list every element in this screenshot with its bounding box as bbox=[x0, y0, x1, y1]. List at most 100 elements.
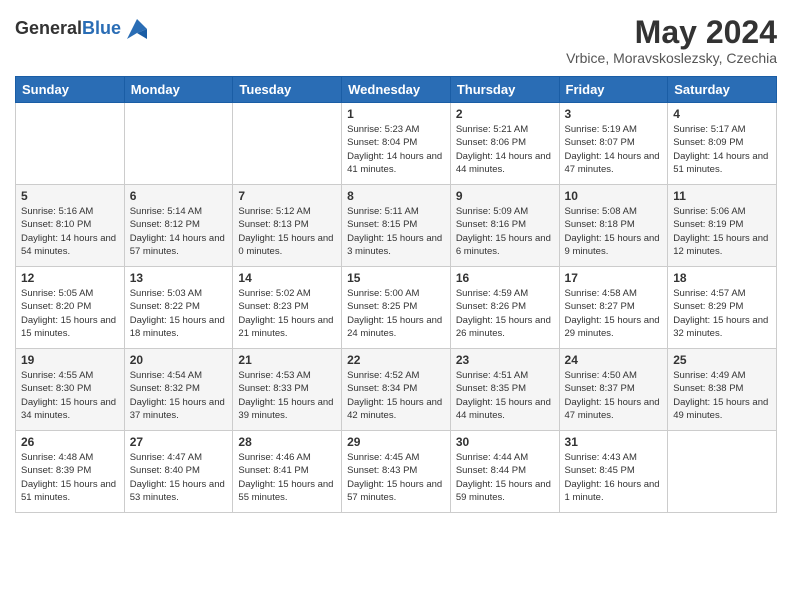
table-row: 27Sunrise: 4:47 AM Sunset: 8:40 PM Dayli… bbox=[124, 431, 233, 513]
day-info: Sunrise: 4:59 AM Sunset: 8:26 PM Dayligh… bbox=[456, 287, 554, 340]
table-row: 8Sunrise: 5:11 AM Sunset: 8:15 PM Daylig… bbox=[342, 185, 451, 267]
day-info: Sunrise: 4:54 AM Sunset: 8:32 PM Dayligh… bbox=[130, 369, 228, 422]
day-info: Sunrise: 5:03 AM Sunset: 8:22 PM Dayligh… bbox=[130, 287, 228, 340]
page: GeneralBlue May 2024 Vrbice, Moravskosle… bbox=[0, 0, 792, 612]
calendar-week-row: 19Sunrise: 4:55 AM Sunset: 8:30 PM Dayli… bbox=[16, 349, 777, 431]
day-number: 2 bbox=[456, 107, 554, 121]
day-info: Sunrise: 4:52 AM Sunset: 8:34 PM Dayligh… bbox=[347, 369, 445, 422]
table-row: 4 Sunrise: 5:17 AM Sunset: 8:09 PM Daylig… bbox=[668, 103, 777, 185]
table-row: 16 Sunrise: 4:59 AM Sunset: 8:26 PM Dayli… bbox=[450, 267, 559, 349]
day-info: Sunrise: 4:43 AM Sunset: 8:45 PM Dayligh… bbox=[565, 451, 663, 504]
day-info: Sunrise: 4:49 AM Sunset: 8:38 PM Dayligh… bbox=[673, 369, 771, 422]
table-row bbox=[16, 103, 125, 185]
table-row: 29Sunrise: 4:45 AM Sunset: 8:43 PM Dayli… bbox=[342, 431, 451, 513]
day-number: 8 bbox=[347, 189, 445, 203]
table-row bbox=[124, 103, 233, 185]
logo-blue-text: Blue bbox=[82, 18, 121, 38]
day-info: Sunrise: 4:44 AM Sunset: 8:44 PM Dayligh… bbox=[456, 451, 554, 504]
day-number: 9 bbox=[456, 189, 554, 203]
table-row: 31 Sunrise: 4:43 AM Sunset: 8:45 PM Dayli… bbox=[559, 431, 668, 513]
day-number: 18 bbox=[673, 271, 771, 285]
table-row: 22 Sunrise: 4:52 AM Sunset: 8:34 PM Dayli… bbox=[342, 349, 451, 431]
day-info: Sunrise: 5:09 AM Sunset: 8:16 PM Dayligh… bbox=[456, 205, 554, 258]
day-info: Sunrise: 4:58 AM Sunset: 8:27 PM Dayligh… bbox=[565, 287, 663, 340]
header-friday: Friday bbox=[559, 77, 668, 103]
calendar-week-row: 1 Sunrise: 5:23 AM Sunset: 8:04 PM Daylig… bbox=[16, 103, 777, 185]
table-row: 25 Sunrise: 4:49 AM Sunset: 8:38 PM Dayli… bbox=[668, 349, 777, 431]
table-row bbox=[233, 103, 342, 185]
table-row bbox=[668, 431, 777, 513]
day-info: Sunrise: 4:48 AM Sunset: 8:39 PM Dayligh… bbox=[21, 451, 119, 504]
day-number: 7 bbox=[238, 189, 336, 203]
day-info: Sunrise: 4:57 AM Sunset: 8:29 PM Dayligh… bbox=[673, 287, 771, 340]
table-row: 13 Sunrise: 5:03 AM Sunset: 8:22 PM Dayli… bbox=[124, 267, 233, 349]
calendar-table: Sunday Monday Tuesday Wednesday Thursday… bbox=[15, 76, 777, 513]
table-row: 12 Sunrise: 5:05 AM Sunset: 8:20 PM Dayli… bbox=[16, 267, 125, 349]
table-row: 7 Sunrise: 5:12 AM Sunset: 8:13 PM Daylig… bbox=[233, 185, 342, 267]
day-info: Sunrise: 5:02 AM Sunset: 8:23 PM Dayligh… bbox=[238, 287, 336, 340]
day-number: 25 bbox=[673, 353, 771, 367]
table-row: 1 Sunrise: 5:23 AM Sunset: 8:04 PM Daylig… bbox=[342, 103, 451, 185]
day-info: Sunrise: 4:53 AM Sunset: 8:33 PM Dayligh… bbox=[238, 369, 336, 422]
table-row: 6Sunrise: 5:14 AM Sunset: 8:12 PM Daylig… bbox=[124, 185, 233, 267]
day-number: 27 bbox=[130, 435, 228, 449]
header-monday: Monday bbox=[124, 77, 233, 103]
day-info: Sunrise: 5:08 AM Sunset: 8:18 PM Dayligh… bbox=[565, 205, 663, 258]
table-row: 15 Sunrise: 5:00 AM Sunset: 8:25 PM Dayli… bbox=[342, 267, 451, 349]
table-row: 26 Sunrise: 4:48 AM Sunset: 8:39 PM Dayli… bbox=[16, 431, 125, 513]
location: Vrbice, Moravskoslezsky, Czechia bbox=[566, 50, 777, 66]
day-number: 19 bbox=[21, 353, 119, 367]
day-number: 21 bbox=[238, 353, 336, 367]
logo-general-text: General bbox=[15, 18, 82, 38]
table-row: 3 Sunrise: 5:19 AM Sunset: 8:07 PM Daylig… bbox=[559, 103, 668, 185]
day-number: 31 bbox=[565, 435, 663, 449]
day-info: Sunrise: 4:51 AM Sunset: 8:35 PM Dayligh… bbox=[456, 369, 554, 422]
table-row: 28 Sunrise: 4:46 AM Sunset: 8:41 PM Dayli… bbox=[233, 431, 342, 513]
day-number: 10 bbox=[565, 189, 663, 203]
day-number: 15 bbox=[347, 271, 445, 285]
calendar-week-row: 5Sunrise: 5:16 AM Sunset: 8:10 PM Daylig… bbox=[16, 185, 777, 267]
table-row: 23 Sunrise: 4:51 AM Sunset: 8:35 PM Dayli… bbox=[450, 349, 559, 431]
day-info: Sunrise: 5:19 AM Sunset: 8:07 PM Dayligh… bbox=[565, 123, 663, 176]
header-thursday: Thursday bbox=[450, 77, 559, 103]
day-number: 3 bbox=[565, 107, 663, 121]
day-number: 26 bbox=[21, 435, 119, 449]
logo-icon bbox=[123, 15, 151, 43]
table-row: 21 Sunrise: 4:53 AM Sunset: 8:33 PM Dayli… bbox=[233, 349, 342, 431]
title-section: May 2024 Vrbice, Moravskoslezsky, Czechi… bbox=[566, 15, 777, 66]
day-number: 22 bbox=[347, 353, 445, 367]
day-info: Sunrise: 5:00 AM Sunset: 8:25 PM Dayligh… bbox=[347, 287, 445, 340]
day-info: Sunrise: 5:17 AM Sunset: 8:09 PM Dayligh… bbox=[673, 123, 771, 176]
day-info: Sunrise: 5:12 AM Sunset: 8:13 PM Dayligh… bbox=[238, 205, 336, 258]
calendar-week-row: 26 Sunrise: 4:48 AM Sunset: 8:39 PM Dayli… bbox=[16, 431, 777, 513]
day-info: Sunrise: 4:46 AM Sunset: 8:41 PM Dayligh… bbox=[238, 451, 336, 504]
day-number: 13 bbox=[130, 271, 228, 285]
table-row: 20 Sunrise: 4:54 AM Sunset: 8:32 PM Dayli… bbox=[124, 349, 233, 431]
header-sunday: Sunday bbox=[16, 77, 125, 103]
table-row: 10 Sunrise: 5:08 AM Sunset: 8:18 PM Dayli… bbox=[559, 185, 668, 267]
day-number: 4 bbox=[673, 107, 771, 121]
day-number: 12 bbox=[21, 271, 119, 285]
day-info: Sunrise: 5:23 AM Sunset: 8:04 PM Dayligh… bbox=[347, 123, 445, 176]
table-row: 17Sunrise: 4:58 AM Sunset: 8:27 PM Dayli… bbox=[559, 267, 668, 349]
table-row: 24Sunrise: 4:50 AM Sunset: 8:37 PM Dayli… bbox=[559, 349, 668, 431]
table-row: 18 Sunrise: 4:57 AM Sunset: 8:29 PM Dayli… bbox=[668, 267, 777, 349]
header-tuesday: Tuesday bbox=[233, 77, 342, 103]
day-number: 5 bbox=[21, 189, 119, 203]
day-number: 23 bbox=[456, 353, 554, 367]
day-number: 20 bbox=[130, 353, 228, 367]
calendar-header-row: Sunday Monday Tuesday Wednesday Thursday… bbox=[16, 77, 777, 103]
day-number: 14 bbox=[238, 271, 336, 285]
day-info: Sunrise: 5:14 AM Sunset: 8:12 PM Dayligh… bbox=[130, 205, 228, 258]
header-wednesday: Wednesday bbox=[342, 77, 451, 103]
day-info: Sunrise: 5:05 AM Sunset: 8:20 PM Dayligh… bbox=[21, 287, 119, 340]
day-number: 28 bbox=[238, 435, 336, 449]
day-info: Sunrise: 5:21 AM Sunset: 8:06 PM Dayligh… bbox=[456, 123, 554, 176]
day-number: 16 bbox=[456, 271, 554, 285]
day-info: Sunrise: 4:45 AM Sunset: 8:43 PM Dayligh… bbox=[347, 451, 445, 504]
day-number: 1 bbox=[347, 107, 445, 121]
day-number: 30 bbox=[456, 435, 554, 449]
table-row: 30 Sunrise: 4:44 AM Sunset: 8:44 PM Dayli… bbox=[450, 431, 559, 513]
header: GeneralBlue May 2024 Vrbice, Moravskosle… bbox=[15, 15, 777, 66]
table-row: 5Sunrise: 5:16 AM Sunset: 8:10 PM Daylig… bbox=[16, 185, 125, 267]
